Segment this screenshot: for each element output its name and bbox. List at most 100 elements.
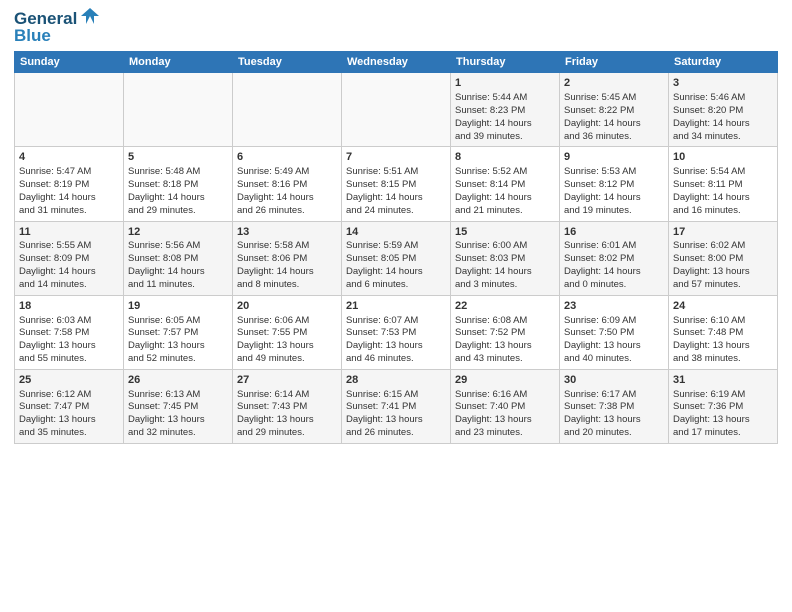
calendar-cell: 28Sunrise: 6:15 AM Sunset: 7:41 PM Dayli… — [342, 369, 451, 443]
day-number: 23 — [564, 299, 664, 314]
day-info: Sunrise: 6:02 AM Sunset: 8:00 PM Dayligh… — [673, 240, 750, 289]
day-number: 31 — [673, 373, 773, 388]
calendar-cell: 12Sunrise: 5:56 AM Sunset: 8:08 PM Dayli… — [124, 221, 233, 295]
calendar-cell: 2Sunrise: 5:45 AM Sunset: 8:22 PM Daylig… — [560, 73, 669, 147]
day-number: 6 — [237, 150, 337, 165]
calendar-cell: 14Sunrise: 5:59 AM Sunset: 8:05 PM Dayli… — [342, 221, 451, 295]
day-number: 15 — [455, 225, 555, 240]
day-number: 7 — [346, 150, 446, 165]
day-info: Sunrise: 6:10 AM Sunset: 7:48 PM Dayligh… — [673, 315, 750, 364]
weekday-header: Monday — [124, 52, 233, 73]
calendar-cell: 10Sunrise: 5:54 AM Sunset: 8:11 PM Dayli… — [669, 147, 778, 221]
header: General Blue — [14, 10, 778, 45]
calendar-cell: 3Sunrise: 5:46 AM Sunset: 8:20 PM Daylig… — [669, 73, 778, 147]
calendar-week-row: 4Sunrise: 5:47 AM Sunset: 8:19 PM Daylig… — [15, 147, 778, 221]
day-number: 17 — [673, 225, 773, 240]
day-info: Sunrise: 6:14 AM Sunset: 7:43 PM Dayligh… — [237, 389, 314, 438]
logo-blue: Blue — [14, 27, 101, 46]
day-info: Sunrise: 5:51 AM Sunset: 8:15 PM Dayligh… — [346, 166, 423, 215]
calendar-cell: 8Sunrise: 5:52 AM Sunset: 8:14 PM Daylig… — [451, 147, 560, 221]
day-number: 28 — [346, 373, 446, 388]
calendar-cell — [124, 73, 233, 147]
calendar-cell: 5Sunrise: 5:48 AM Sunset: 8:18 PM Daylig… — [124, 147, 233, 221]
day-info: Sunrise: 5:53 AM Sunset: 8:12 PM Dayligh… — [564, 166, 641, 215]
calendar-header-row: SundayMondayTuesdayWednesdayThursdayFrid… — [15, 52, 778, 73]
calendar-week-row: 1Sunrise: 5:44 AM Sunset: 8:23 PM Daylig… — [15, 73, 778, 147]
day-info: Sunrise: 5:47 AM Sunset: 8:19 PM Dayligh… — [19, 166, 96, 215]
day-number: 9 — [564, 150, 664, 165]
logo-bird-icon — [79, 6, 101, 28]
day-number: 22 — [455, 299, 555, 314]
day-number: 19 — [128, 299, 228, 314]
weekday-header: Sunday — [15, 52, 124, 73]
calendar-cell: 13Sunrise: 5:58 AM Sunset: 8:06 PM Dayli… — [233, 221, 342, 295]
calendar-cell: 21Sunrise: 6:07 AM Sunset: 7:53 PM Dayli… — [342, 295, 451, 369]
day-number: 2 — [564, 76, 664, 91]
day-info: Sunrise: 6:16 AM Sunset: 7:40 PM Dayligh… — [455, 389, 532, 438]
day-number: 27 — [237, 373, 337, 388]
day-number: 3 — [673, 76, 773, 91]
day-number: 13 — [237, 225, 337, 240]
day-number: 20 — [237, 299, 337, 314]
day-number: 11 — [19, 225, 119, 240]
day-number: 29 — [455, 373, 555, 388]
day-number: 26 — [128, 373, 228, 388]
calendar-cell: 29Sunrise: 6:16 AM Sunset: 7:40 PM Dayli… — [451, 369, 560, 443]
calendar-cell — [233, 73, 342, 147]
day-info: Sunrise: 5:48 AM Sunset: 8:18 PM Dayligh… — [128, 166, 205, 215]
calendar-cell: 22Sunrise: 6:08 AM Sunset: 7:52 PM Dayli… — [451, 295, 560, 369]
day-info: Sunrise: 5:45 AM Sunset: 8:22 PM Dayligh… — [564, 92, 641, 141]
day-info: Sunrise: 6:00 AM Sunset: 8:03 PM Dayligh… — [455, 240, 532, 289]
day-info: Sunrise: 6:08 AM Sunset: 7:52 PM Dayligh… — [455, 315, 532, 364]
day-number: 10 — [673, 150, 773, 165]
day-info: Sunrise: 6:15 AM Sunset: 7:41 PM Dayligh… — [346, 389, 423, 438]
weekday-header: Saturday — [669, 52, 778, 73]
page: General Blue SundayMondayTuesdayWednesda… — [0, 0, 792, 612]
weekday-header: Tuesday — [233, 52, 342, 73]
calendar-cell: 4Sunrise: 5:47 AM Sunset: 8:19 PM Daylig… — [15, 147, 124, 221]
calendar-cell: 31Sunrise: 6:19 AM Sunset: 7:36 PM Dayli… — [669, 369, 778, 443]
calendar-cell: 18Sunrise: 6:03 AM Sunset: 7:58 PM Dayli… — [15, 295, 124, 369]
day-info: Sunrise: 6:05 AM Sunset: 7:57 PM Dayligh… — [128, 315, 205, 364]
calendar-table: SundayMondayTuesdayWednesdayThursdayFrid… — [14, 51, 778, 443]
day-info: Sunrise: 5:44 AM Sunset: 8:23 PM Dayligh… — [455, 92, 532, 141]
day-info: Sunrise: 5:59 AM Sunset: 8:05 PM Dayligh… — [346, 240, 423, 289]
day-number: 24 — [673, 299, 773, 314]
day-info: Sunrise: 5:58 AM Sunset: 8:06 PM Dayligh… — [237, 240, 314, 289]
calendar-cell — [342, 73, 451, 147]
logo: General Blue — [14, 10, 101, 45]
day-info: Sunrise: 6:06 AM Sunset: 7:55 PM Dayligh… — [237, 315, 314, 364]
day-info: Sunrise: 5:52 AM Sunset: 8:14 PM Dayligh… — [455, 166, 532, 215]
day-number: 25 — [19, 373, 119, 388]
day-info: Sunrise: 6:09 AM Sunset: 7:50 PM Dayligh… — [564, 315, 641, 364]
logo-graphic: General Blue — [14, 10, 101, 45]
calendar-cell: 1Sunrise: 5:44 AM Sunset: 8:23 PM Daylig… — [451, 73, 560, 147]
calendar-cell: 23Sunrise: 6:09 AM Sunset: 7:50 PM Dayli… — [560, 295, 669, 369]
day-info: Sunrise: 5:54 AM Sunset: 8:11 PM Dayligh… — [673, 166, 750, 215]
calendar-cell: 24Sunrise: 6:10 AM Sunset: 7:48 PM Dayli… — [669, 295, 778, 369]
day-number: 18 — [19, 299, 119, 314]
calendar-cell: 9Sunrise: 5:53 AM Sunset: 8:12 PM Daylig… — [560, 147, 669, 221]
day-number: 12 — [128, 225, 228, 240]
day-info: Sunrise: 6:07 AM Sunset: 7:53 PM Dayligh… — [346, 315, 423, 364]
day-number: 30 — [564, 373, 664, 388]
day-info: Sunrise: 6:01 AM Sunset: 8:02 PM Dayligh… — [564, 240, 641, 289]
calendar-cell — [15, 73, 124, 147]
calendar-cell: 25Sunrise: 6:12 AM Sunset: 7:47 PM Dayli… — [15, 369, 124, 443]
day-number: 8 — [455, 150, 555, 165]
calendar-cell: 19Sunrise: 6:05 AM Sunset: 7:57 PM Dayli… — [124, 295, 233, 369]
day-number: 1 — [455, 76, 555, 91]
calendar-week-row: 11Sunrise: 5:55 AM Sunset: 8:09 PM Dayli… — [15, 221, 778, 295]
weekday-header: Friday — [560, 52, 669, 73]
calendar-cell: 7Sunrise: 5:51 AM Sunset: 8:15 PM Daylig… — [342, 147, 451, 221]
day-number: 14 — [346, 225, 446, 240]
calendar-week-row: 18Sunrise: 6:03 AM Sunset: 7:58 PM Dayli… — [15, 295, 778, 369]
day-info: Sunrise: 6:17 AM Sunset: 7:38 PM Dayligh… — [564, 389, 641, 438]
day-info: Sunrise: 5:55 AM Sunset: 8:09 PM Dayligh… — [19, 240, 96, 289]
day-info: Sunrise: 6:12 AM Sunset: 7:47 PM Dayligh… — [19, 389, 96, 438]
calendar-cell: 26Sunrise: 6:13 AM Sunset: 7:45 PM Dayli… — [124, 369, 233, 443]
day-info: Sunrise: 6:03 AM Sunset: 7:58 PM Dayligh… — [19, 315, 96, 364]
calendar-cell: 20Sunrise: 6:06 AM Sunset: 7:55 PM Dayli… — [233, 295, 342, 369]
day-info: Sunrise: 6:19 AM Sunset: 7:36 PM Dayligh… — [673, 389, 750, 438]
calendar-cell: 11Sunrise: 5:55 AM Sunset: 8:09 PM Dayli… — [15, 221, 124, 295]
